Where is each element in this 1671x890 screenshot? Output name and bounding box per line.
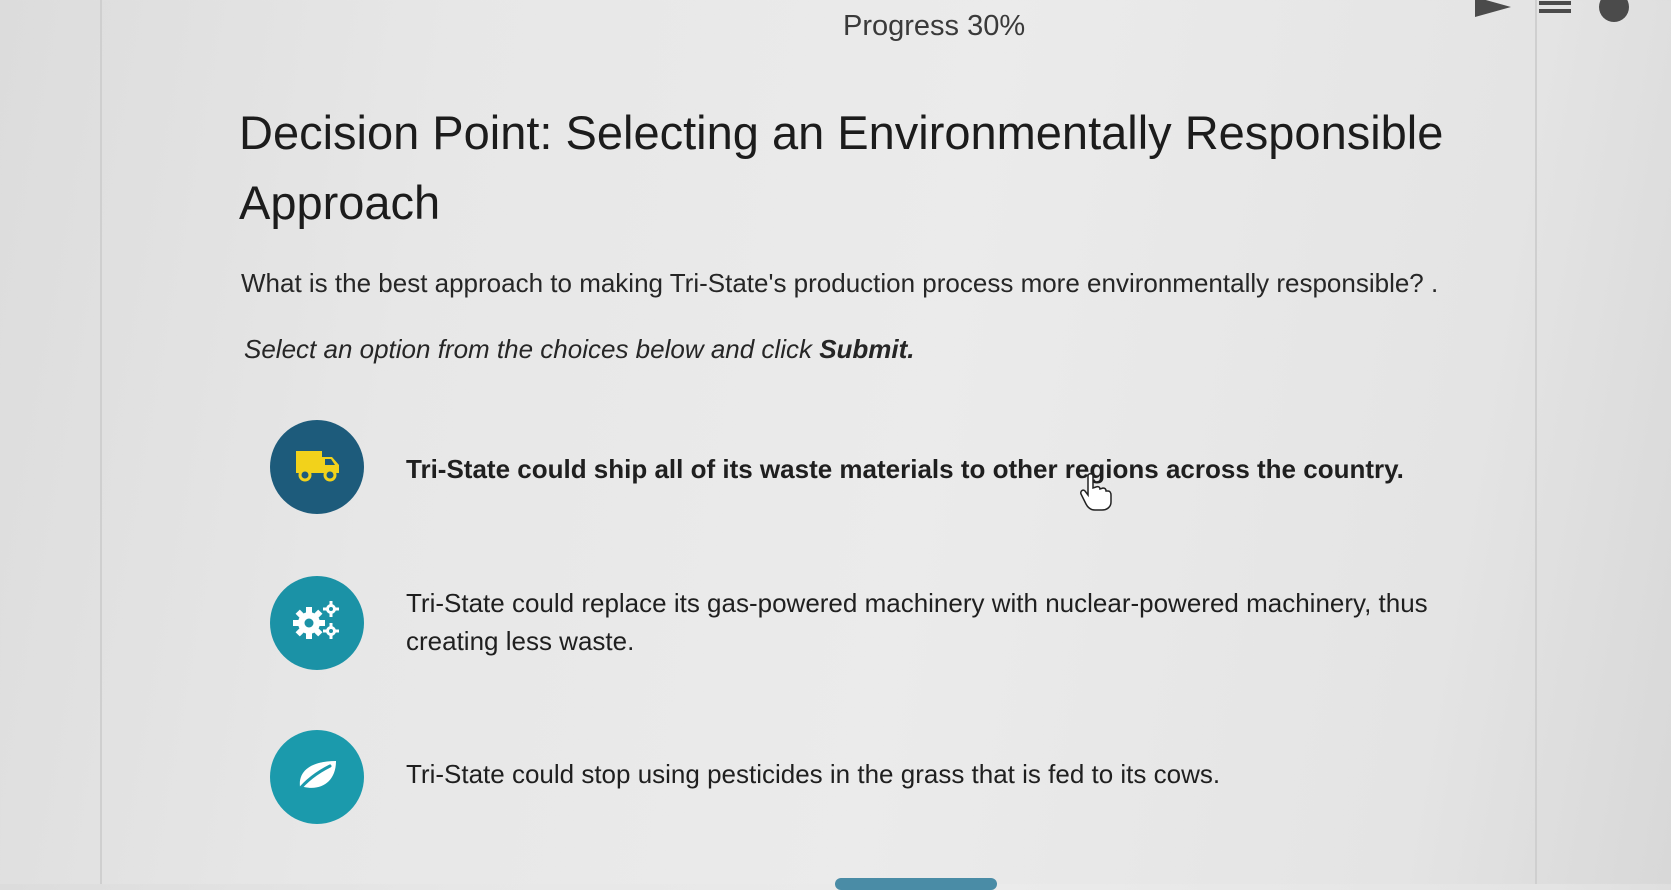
- option-stop-pesticides[interactable]: Tri-State could stop using pesticides in…: [270, 730, 1510, 824]
- play-icon[interactable]: [1473, 0, 1513, 24]
- option-label: Tri-State could replace its gas-powered …: [406, 588, 1428, 656]
- left-divider: [100, 0, 102, 884]
- help-icon[interactable]: [1597, 0, 1631, 29]
- instruction-prefix: Select an option from the choices below …: [244, 334, 820, 364]
- hand-cursor-icon: [1078, 472, 1112, 512]
- menu-icon[interactable]: [1537, 0, 1573, 24]
- submit-button[interactable]: [835, 878, 997, 890]
- instruction-submit-word: Submit.: [819, 334, 915, 364]
- progress-indicator: Progress 30%: [843, 10, 1026, 42]
- option-badge: [270, 576, 364, 670]
- option-label: Tri-State could stop using pesticides in…: [406, 759, 1221, 789]
- option-badge: [270, 420, 364, 514]
- question-text: What is the best approach to making Tri-…: [241, 268, 1439, 298]
- instruction-text: Select an option from the choices below …: [244, 334, 915, 365]
- gears-icon: [291, 599, 343, 648]
- truck-icon: [292, 445, 342, 490]
- option-ship-waste[interactable]: Tri-State could ship all of its waste ma…: [270, 420, 1510, 514]
- page-title: Decision Point: Selecting an Environment…: [239, 106, 1444, 229]
- top-toolbar: [1473, 0, 1631, 29]
- leaf-icon: [292, 755, 342, 800]
- option-nuclear-machinery[interactable]: Tri-State could replace its gas-powered …: [270, 576, 1510, 670]
- option-label: Tri-State could ship all of its waste ma…: [406, 454, 1404, 484]
- option-badge: [270, 730, 364, 824]
